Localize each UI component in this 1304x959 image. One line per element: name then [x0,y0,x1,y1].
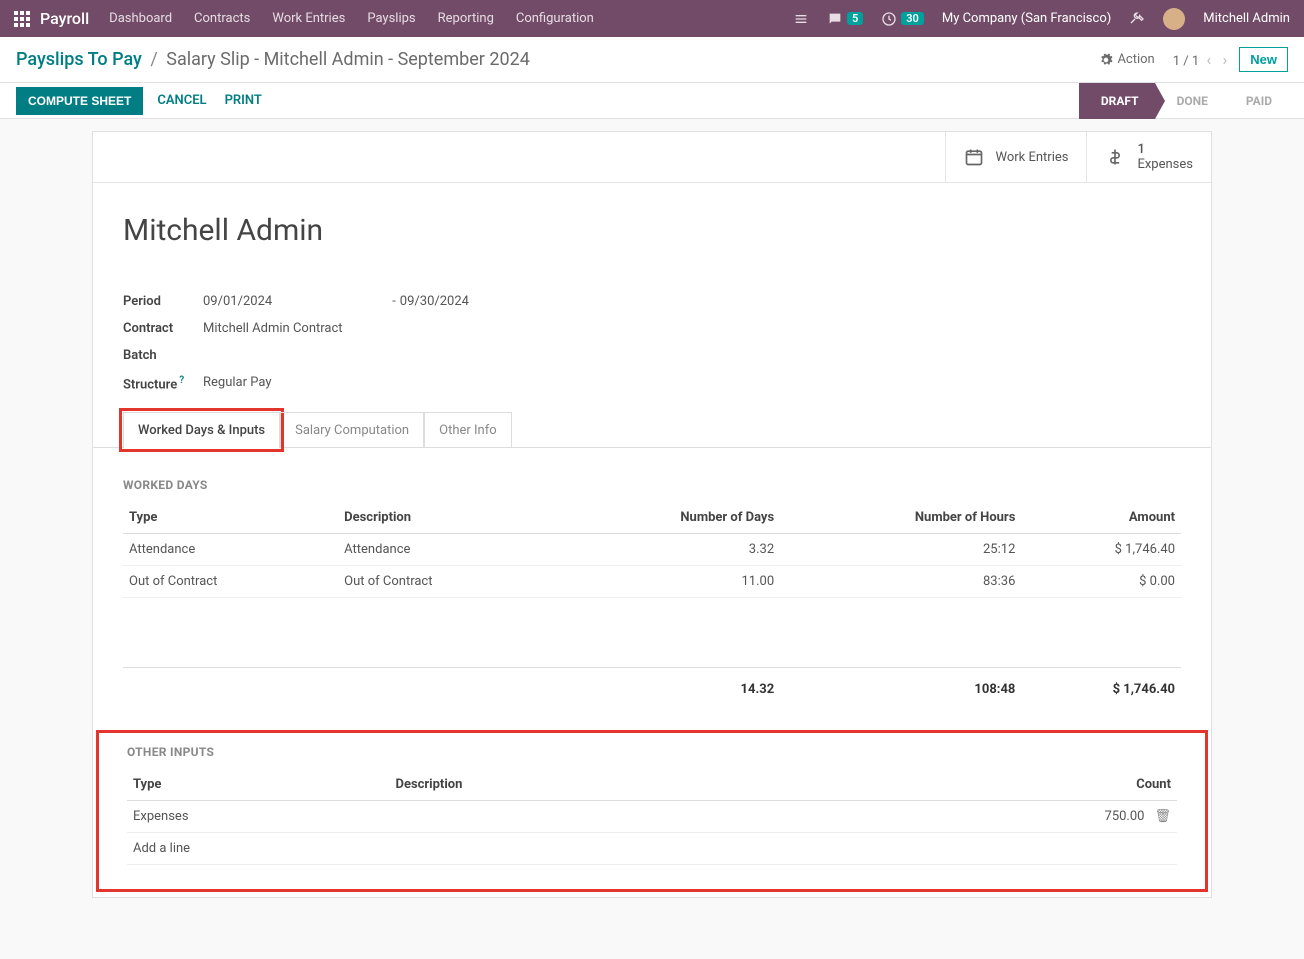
company-label[interactable]: My Company (San Francisco) [942,11,1111,26]
tab-salary-computation[interactable]: Salary Computation [280,412,424,448]
table-row[interactable]: Attendance Attendance 3.32 25:12 $ 1,746… [123,534,1181,566]
stat-expenses[interactable]: 1 Expenses [1086,132,1211,182]
pager-prev-icon[interactable]: ‹ [1206,50,1211,69]
worked-days-title: WORKED DAYS [93,448,1211,502]
menu-work-entries[interactable]: Work Entries [272,11,345,26]
pager-next-icon[interactable]: › [1222,50,1227,69]
cancel-button[interactable]: CANCEL [157,93,206,108]
crumb-root[interactable]: Payslips To Pay [16,49,142,70]
status-draft[interactable]: DRAFT [1079,83,1155,119]
action-button[interactable]: Action [1099,52,1154,67]
structure-value[interactable]: Regular Pay [203,375,272,392]
calendar-icon [964,147,984,167]
batch-label: Batch [123,348,203,363]
new-button[interactable]: New [1239,47,1288,72]
brand[interactable]: Payroll [40,9,89,28]
tab-other-info[interactable]: Other Info [424,412,512,448]
apps-icon[interactable] [14,11,30,27]
period-from[interactable]: 09/01/2024 [203,294,272,309]
phone-icon[interactable] [793,11,809,27]
tab-worked-days[interactable]: Worked Days & Inputs [123,412,280,448]
other-inputs-table: Type Description Count Expenses 750.00🗑 … [97,769,1207,881]
status-bar: DRAFT DONE PAID [1079,83,1288,119]
add-line-row[interactable]: Add a line [127,833,1177,865]
breadcrumb: Payslips To Pay / Salary Slip - Mitchell… [16,49,1099,70]
period-label: Period [123,294,203,309]
table-row[interactable]: Expenses 750.00🗑 [127,801,1177,833]
other-inputs-title: OTHER INPUTS [97,731,1207,769]
top-nav: Payroll Dashboard Contracts Work Entries… [0,0,1304,37]
tools-icon[interactable] [1129,9,1145,29]
crumb-current: Salary Slip - Mitchell Admin - September… [166,49,530,70]
menu-contracts[interactable]: Contracts [194,11,250,26]
help-icon[interactable]: ? [179,375,184,386]
stat-work-entries[interactable]: Work Entries [945,132,1087,182]
dollar-icon [1105,147,1125,167]
status-done[interactable]: DONE [1155,83,1224,119]
compute-sheet-button[interactable]: COMPUTE SHEET [16,87,143,115]
menu-reporting[interactable]: Reporting [438,11,494,26]
tab-bar: Worked Days & Inputs Salary Computation … [93,412,1211,447]
status-paid[interactable]: PAID [1224,83,1288,119]
button-bar: COMPUTE SHEET CANCEL PRINT DRAFT DONE PA… [0,83,1304,119]
main-menu: Dashboard Contracts Work Entries Payslip… [109,11,793,26]
user-label[interactable]: Mitchell Admin [1203,11,1290,26]
trash-icon[interactable]: 🗑 [1154,809,1171,824]
print-button[interactable]: PRINT [225,93,262,108]
contract-label: Contract [123,321,203,336]
sub-header: Payslips To Pay / Salary Slip - Mitchell… [0,37,1304,83]
pager: 1 / 1 ‹ › [1173,50,1232,69]
table-row[interactable]: Out of Contract Out of Contract 11.00 83… [123,566,1181,598]
form-sheet: Work Entries 1 Expenses Mitchell Admin P… [92,131,1212,898]
avatar[interactable] [1163,8,1185,30]
period-to[interactable]: 09/30/2024 [400,294,469,309]
worked-days-table: Type Description Number of Days Number o… [93,502,1211,705]
gear-icon [1099,53,1113,67]
menu-dashboard[interactable]: Dashboard [109,11,172,26]
page-title: Mitchell Admin [93,183,1211,288]
structure-label: Structure? [123,375,203,392]
menu-configuration[interactable]: Configuration [516,11,594,26]
contract-value[interactable]: Mitchell Admin Contract [203,321,343,336]
clock-icon[interactable]: 30 [881,11,924,27]
chat-icon[interactable]: 5 [827,11,863,27]
menu-payslips[interactable]: Payslips [367,11,415,26]
